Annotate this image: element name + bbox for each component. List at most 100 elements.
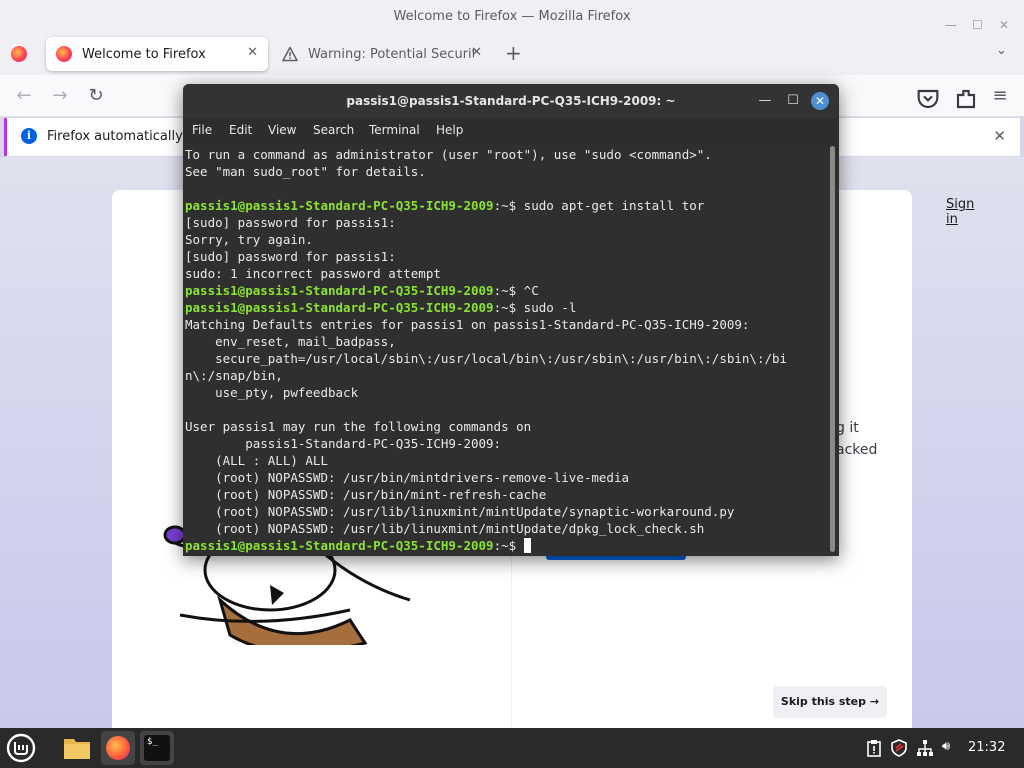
sign-in-link[interactable]: Sign in xyxy=(946,197,974,227)
output-text: [sudo] password for passis1: xyxy=(185,215,396,230)
terminal-output-line: Sorry, try again. xyxy=(185,231,827,248)
terminal-output-line: [sudo] password for passis1: xyxy=(185,248,827,265)
forward-icon[interactable]: → xyxy=(48,84,72,108)
output-text: n\:/snap/bin, xyxy=(185,368,283,383)
terminal-menubar: File Edit View Search Terminal Help xyxy=(183,118,839,144)
command-text: ^C xyxy=(523,283,539,298)
warning-icon xyxy=(282,46,298,62)
firefox-icon[interactable] xyxy=(101,731,135,765)
mint-menu-icon[interactable] xyxy=(4,731,38,765)
tab-bar: Welcome to Firefox ✕ Warning: Potential … xyxy=(0,33,1024,75)
output-text: (root) NOPASSWD: /usr/bin/mintdrivers-re… xyxy=(185,470,630,485)
menu-terminal[interactable]: Terminal xyxy=(369,123,420,137)
new-tab-button[interactable]: + xyxy=(505,41,522,65)
tab-label: Welcome to Firefox xyxy=(82,46,206,62)
output-text: (root) NOPASSWD: /usr/lib/linuxmint/mint… xyxy=(185,521,705,536)
menu-help[interactable]: Help xyxy=(436,123,463,137)
prompt-user-host: passis1@passis1-Standard-PC-Q35-ICH9-200… xyxy=(185,283,494,298)
terminal-minimize-icon[interactable]: — xyxy=(755,84,775,118)
output-text: (root) NOPASSWD: /usr/lib/linuxmint/mint… xyxy=(185,504,735,519)
command-text: sudo apt-get install tor xyxy=(523,198,705,213)
extensions-icon[interactable] xyxy=(954,87,978,111)
shield-icon[interactable] xyxy=(891,739,907,757)
terminal-scrollbar[interactable] xyxy=(830,146,835,552)
prompt-path: :~$ xyxy=(493,538,524,553)
card-text-fragment: g it xyxy=(836,420,859,436)
pocket-icon[interactable] xyxy=(916,87,940,111)
terminal-icon[interactable]: $_ xyxy=(140,731,174,765)
list-all-tabs-icon[interactable]: ⌄ xyxy=(996,43,1007,58)
card-text-fragment: acked xyxy=(836,442,878,458)
menu-file[interactable]: File xyxy=(192,123,212,137)
menu-edit[interactable]: Edit xyxy=(229,123,252,137)
output-text: secure_path=/usr/local/sbin\:/usr/local/… xyxy=(185,351,788,366)
files-icon[interactable] xyxy=(60,731,94,765)
terminal-window: passis1@passis1-Standard-PC-Q35-ICH9-200… xyxy=(183,84,839,556)
terminal-output-line: (root) NOPASSWD: /usr/lib/linuxmint/mint… xyxy=(185,503,827,520)
terminal-output-line: [sudo] password for passis1: xyxy=(185,214,827,231)
window-title: Welcome to Firefox — Mozilla Firefox xyxy=(393,9,631,24)
terminal-prompt-line: passis1@passis1-Standard-PC-Q35-ICH9-200… xyxy=(185,282,827,299)
terminal-output-line: n\:/snap/bin, xyxy=(185,367,827,384)
terminal-output-line: (root) NOPASSWD: /usr/bin/mintdrivers-re… xyxy=(185,469,827,486)
terminal-output-line: sudo: 1 incorrect password attempt xyxy=(185,265,827,282)
output-text: (ALL : ALL) ALL xyxy=(185,453,328,468)
terminal-output-line: (root) NOPASSWD: /usr/bin/mint-refresh-c… xyxy=(185,486,827,503)
clock[interactable]: 21:32 xyxy=(968,740,1005,755)
taskbar: $_ 🔊︎ 21:32 xyxy=(0,728,1024,768)
back-icon[interactable]: ← xyxy=(12,84,36,108)
output-text: To run a command as administrator (user … xyxy=(185,147,712,162)
firefox-icon xyxy=(56,46,72,62)
output-text: use_pty, pwfeedback xyxy=(185,385,359,400)
tab-close-icon[interactable]: ✕ xyxy=(471,45,482,60)
terminal-titlebar[interactable]: passis1@passis1-Standard-PC-Q35-ICH9-200… xyxy=(183,84,839,118)
terminal-prompt-line: passis1@passis1-Standard-PC-Q35-ICH9-200… xyxy=(185,537,827,554)
prompt-user-host: passis1@passis1-Standard-PC-Q35-ICH9-200… xyxy=(185,538,494,553)
terminal-output-line: passis1-Standard-PC-Q35-ICH9-2009: xyxy=(185,435,827,452)
output-text: Matching Defaults entries for passis1 on… xyxy=(185,317,750,332)
output-text: User passis1 may run the following comma… xyxy=(185,419,532,434)
output-text: See "man sudo_root" for details. xyxy=(185,164,426,179)
terminal-title: passis1@passis1-Standard-PC-Q35-ICH9-200… xyxy=(346,94,676,108)
terminal-output-line: (ALL : ALL) ALL xyxy=(185,452,827,469)
menu-icon[interactable]: ≡ xyxy=(988,84,1012,108)
command-text: sudo -l xyxy=(523,300,577,315)
tab-warning[interactable]: Warning: Potential Security Risk Ahead ✕ xyxy=(272,37,494,71)
terminal-output-line: (root) NOPASSWD: /usr/lib/linuxmint/mint… xyxy=(185,520,827,537)
terminal-output-line: secure_path=/usr/local/sbin\:/usr/local/… xyxy=(185,350,827,367)
terminal-output-line: User passis1 may run the following comma… xyxy=(185,418,827,435)
tab-welcome[interactable]: Welcome to Firefox ✕ xyxy=(46,37,268,71)
terminal-output-line: See "man sudo_root" for details. xyxy=(185,163,827,180)
terminal-prompt-line: passis1@passis1-Standard-PC-Q35-ICH9-200… xyxy=(185,197,827,214)
menu-search[interactable]: Search xyxy=(313,123,354,137)
output-text: Sorry, try again. xyxy=(185,232,313,247)
volume-icon[interactable]: 🔊︎ xyxy=(942,739,950,754)
output-text: env_reset, mail_badpass, xyxy=(185,334,396,349)
prompt-path: :~$ xyxy=(493,283,524,298)
terminal-output-line: Matching Defaults entries for passis1 on… xyxy=(185,316,827,333)
output-text: (root) NOPASSWD: /usr/bin/mint-refresh-c… xyxy=(185,487,547,502)
prompt-user-host: passis1@passis1-Standard-PC-Q35-ICH9-200… xyxy=(185,198,494,213)
terminal-cursor xyxy=(523,538,531,553)
firefox-view-button[interactable] xyxy=(11,46,27,62)
skip-step-button[interactable]: Skip this step → xyxy=(773,686,887,718)
network-icon[interactable] xyxy=(916,739,934,757)
firefox-titlebar: Welcome to Firefox — Mozilla Firefox — ☐… xyxy=(0,0,1024,33)
output-text: passis1-Standard-PC-Q35-ICH9-2009: xyxy=(185,436,502,451)
info-icon: i xyxy=(21,128,37,144)
terminal-close-icon[interactable]: ✕ xyxy=(811,92,829,110)
tab-close-icon[interactable]: ✕ xyxy=(247,45,258,60)
terminal-maximize-icon[interactable]: ☐ xyxy=(783,84,803,118)
notification-close-icon[interactable]: ✕ xyxy=(993,127,1006,145)
terminal-output-line: env_reset, mail_badpass, xyxy=(185,333,827,350)
reload-icon[interactable]: ↻ xyxy=(84,84,108,108)
terminal-output[interactable]: To run a command as administrator (user … xyxy=(185,146,827,554)
output-text: sudo: 1 incorrect password attempt xyxy=(185,266,441,281)
clipboard-icon[interactable] xyxy=(866,739,882,757)
terminal-output-line: use_pty, pwfeedback xyxy=(185,384,827,401)
prompt-path: :~$ xyxy=(493,300,524,315)
output-text: [sudo] password for passis1: xyxy=(185,249,396,264)
menu-view[interactable]: View xyxy=(268,123,296,137)
prompt-path: :~$ xyxy=(493,198,524,213)
